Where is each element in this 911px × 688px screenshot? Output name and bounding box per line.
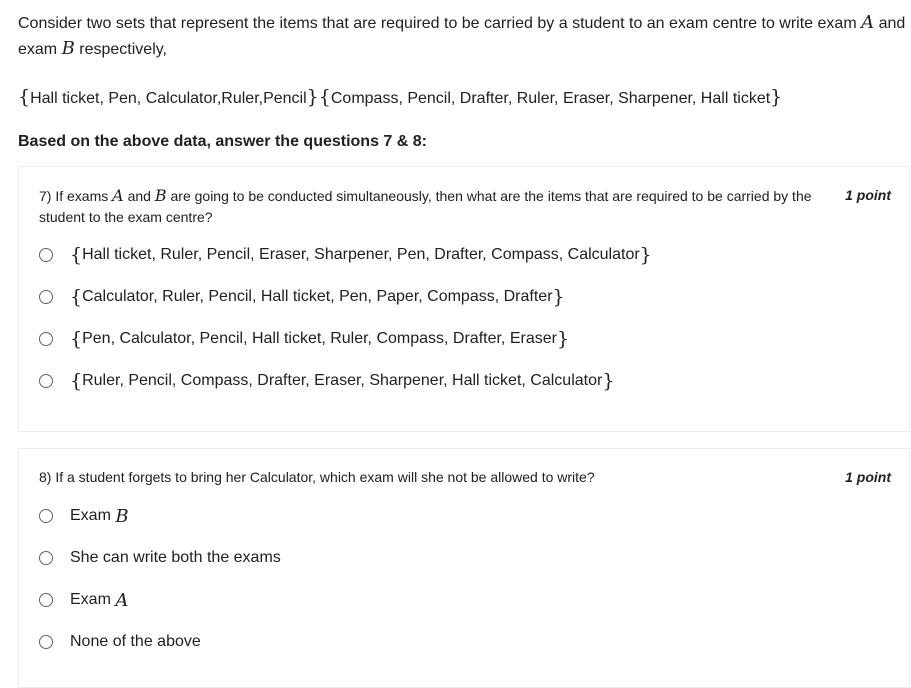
q7-var-a: A — [112, 186, 124, 205]
q8-option-1-var: B — [115, 505, 129, 527]
q7-option-4-label: Ruler, Pencil, Compass, Drafter, Eraser,… — [82, 372, 603, 389]
brace-close: } — [552, 286, 565, 308]
intro-paragraph: Consider two sets that represent the ite… — [18, 10, 908, 62]
exam-a-variable: A — [861, 12, 875, 33]
q7-option-2-label: Calculator, Ruler, Pencil, Hall ticket, … — [82, 288, 553, 305]
sets-line: {Hall ticket, Pen, Calculator,Ruler,Penc… — [18, 84, 908, 112]
q7-option-3-label: Pen, Calculator, Pencil, Hall ticket, Ru… — [82, 330, 557, 347]
brace-open: { — [70, 244, 83, 266]
q8-option-3[interactable]: Exam A — [39, 588, 128, 612]
brace-open: { — [70, 370, 83, 392]
q8-option-3-var: A — [115, 589, 129, 611]
brace-open: { — [318, 86, 331, 108]
set-a: Hall ticket, Pen, Calculator,Ruler,Penci… — [30, 90, 307, 107]
brace-open: { — [18, 86, 31, 108]
radio-button[interactable] — [39, 551, 53, 565]
radio-button[interactable] — [39, 290, 53, 304]
question-7-points: 1 point — [845, 187, 891, 203]
q8-option-2[interactable]: She can write both the exams — [39, 546, 281, 570]
question-7-card: 7) If exams A and B are going to be cond… — [18, 166, 910, 432]
exam-b-variable: B — [61, 38, 75, 59]
q8-option-4-label: None of the above — [70, 633, 201, 650]
intro-respectively: respectively, — [79, 41, 167, 58]
radio-button[interactable] — [39, 635, 53, 649]
brace-open: { — [70, 328, 83, 350]
set-b: Compass, Pencil, Drafter, Ruler, Eraser,… — [330, 90, 771, 107]
radio-button[interactable] — [39, 374, 53, 388]
brace-close: } — [770, 86, 783, 108]
brace-close: } — [639, 244, 652, 266]
q8-option-4[interactable]: None of the above — [39, 630, 201, 654]
radio-button[interactable] — [39, 593, 53, 607]
intro-exam: exam — [18, 41, 58, 58]
instructions-heading: Based on the above data, answer the ques… — [18, 133, 427, 150]
q8-option-2-label: She can write both the exams — [70, 549, 281, 566]
q7-option-1[interactable]: {Hall ticket, Ruler, Pencil, Eraser, Sha… — [39, 243, 652, 267]
q7-option-1-label: Hall ticket, Ruler, Pencil, Eraser, Shar… — [82, 246, 640, 263]
q8-option-3-label: Exam — [70, 591, 111, 608]
question-8-points: 1 point — [845, 469, 891, 485]
brace-open: { — [70, 286, 83, 308]
q8-option-1-label: Exam — [70, 507, 111, 524]
q8-option-1[interactable]: Exam B — [39, 504, 129, 528]
intro-text: Consider two sets that represent the ite… — [18, 15, 857, 32]
brace-close: } — [556, 328, 570, 350]
radio-button[interactable] — [39, 248, 53, 262]
intro-and: and — [878, 15, 906, 32]
q7-option-4[interactable]: {Ruler, Pencil, Compass, Drafter, Eraser… — [39, 369, 614, 393]
q7-option-2[interactable]: {Calculator, Ruler, Pencil, Hall ticket,… — [39, 285, 565, 309]
radio-button[interactable] — [39, 332, 53, 346]
question-7-text: 7) If exams A and B are going to be cond… — [39, 185, 829, 228]
brace-close: } — [602, 370, 615, 392]
q7-mid: and — [127, 188, 151, 204]
q7-prefix: 7) If exams — [39, 188, 109, 204]
q7-option-3[interactable]: {Pen, Calculator, Pencil, Hall ticket, R… — [39, 327, 569, 351]
brace-close: } — [306, 86, 319, 108]
question-8-text: 8) If a student forgets to bring her Cal… — [39, 469, 595, 485]
q7-var-b: B — [154, 186, 167, 205]
radio-button[interactable] — [39, 509, 53, 523]
question-8-card: 8) If a student forgets to bring her Cal… — [18, 448, 910, 688]
